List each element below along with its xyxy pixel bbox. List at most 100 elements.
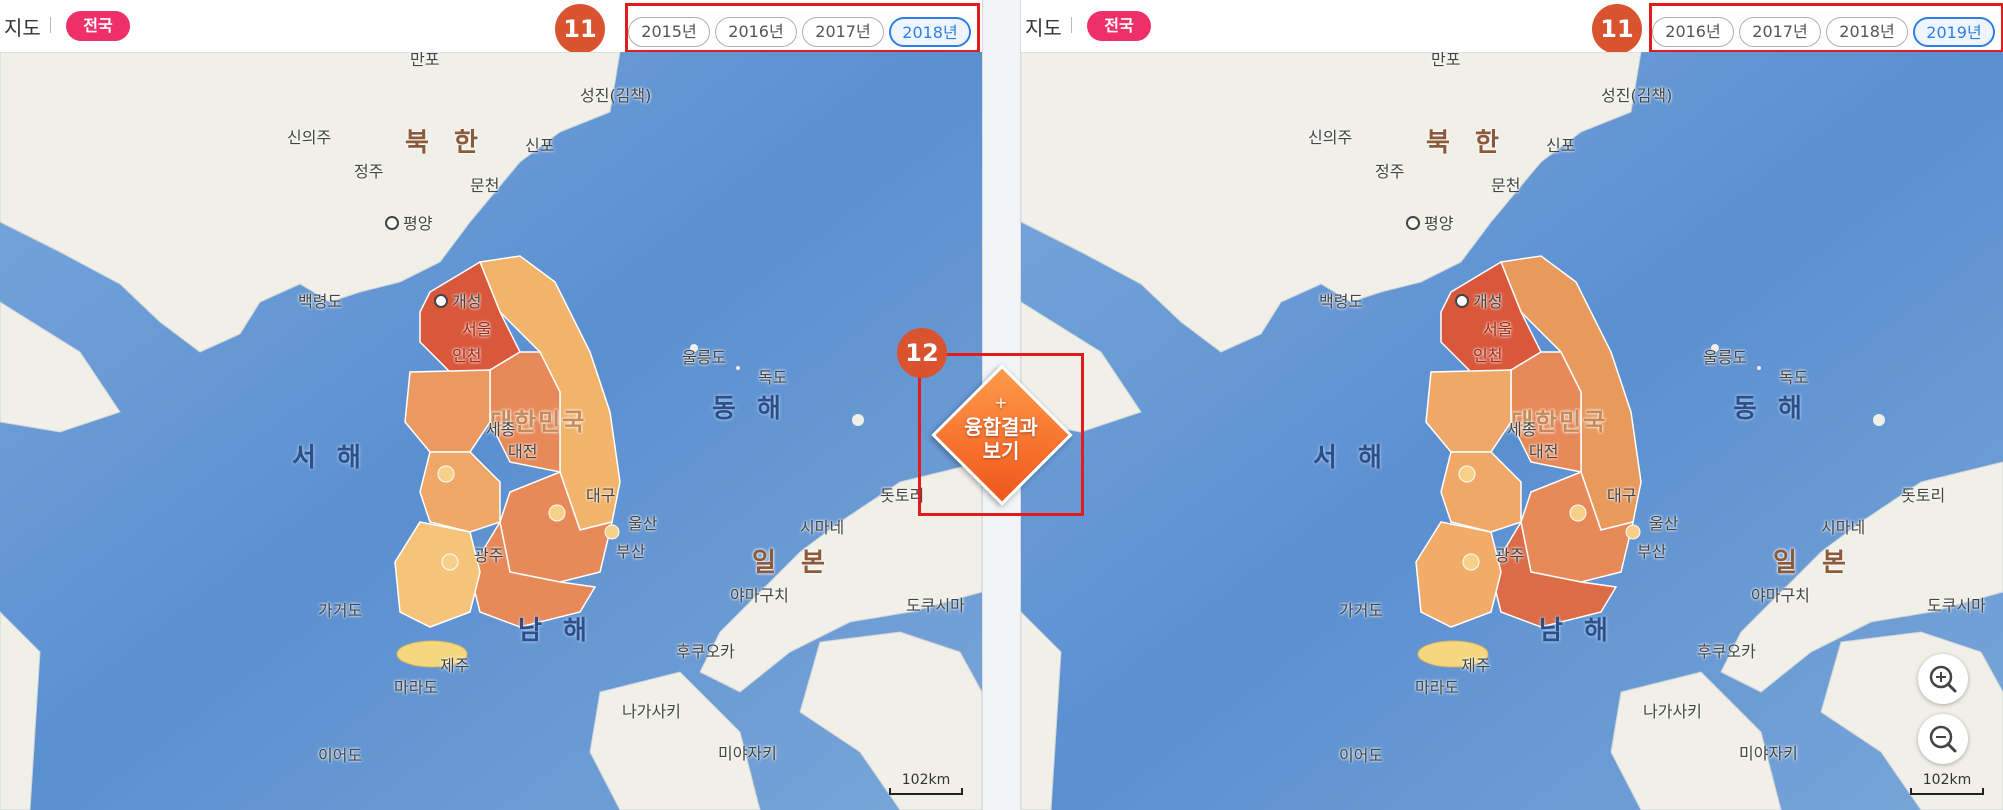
label-gwangju: 광주 <box>1495 546 1525 565</box>
year-button[interactable]: 2016년 <box>715 17 797 47</box>
map-canvas[interactable]: 북 한 대한민국 일 본 동 해 서 해 남 해 만포 성진(김책) 신의주 정… <box>1021 52 2003 810</box>
fusion-result-button[interactable]: + 융합결과 보기 <box>921 391 1081 463</box>
map-toolbar: 지도 전국 11 2016년 2017년 2018년 2019년 <box>1021 0 2003 54</box>
label-busan: 부산 <box>616 542 646 561</box>
label-shimane: 시마네 <box>800 518 845 537</box>
fusion-highlight: + 융합결과 보기 <box>918 353 1084 516</box>
label-sinuiju: 신의주 <box>287 128 332 147</box>
region-chip[interactable]: 전국 <box>1087 11 1151 41</box>
label-daegu: 대구 <box>586 486 616 505</box>
label-yamaguchi: 야마구치 <box>730 586 789 605</box>
year-button[interactable]: 2017년 <box>802 17 884 47</box>
map-canvas[interactable]: 북 한 대한민국 일 본 동 해 서 해 남 해 만포 성진(김책) 신의주 정… <box>0 52 982 810</box>
label-fukuoka: 후쿠오카 <box>676 642 735 661</box>
city-marker-icon <box>1455 294 1469 308</box>
scale-line <box>889 788 963 795</box>
label-marado: 마라도 <box>1415 678 1460 697</box>
map-label: 지도 <box>1025 16 1062 40</box>
label-dottori: 돗토리 <box>1901 486 1946 505</box>
label-miyazaki: 미야자키 <box>1739 744 1798 763</box>
step-badge: 11 <box>555 4 605 54</box>
label-manpo: 만포 <box>410 52 440 69</box>
label-ieodo: 이어도 <box>318 746 363 765</box>
label-text: 개성 <box>1473 292 1503 311</box>
scale-bar: 102km <box>889 772 963 795</box>
scale-label: 102km <box>901 772 951 788</box>
label-west-sea: 서 해 <box>292 443 367 473</box>
map-panel-left: 지도 전국 11 2015년 2016년 2017년 2018년 북 한 대한민… <box>0 0 982 810</box>
label-text: 평양 <box>403 214 433 233</box>
label-yamaguchi: 야마구치 <box>1751 586 1810 605</box>
label-geogeodo: 가거도 <box>1339 601 1384 620</box>
label-jeju: 제주 <box>1461 656 1491 675</box>
year-button[interactable]: 2017년 <box>1739 17 1821 47</box>
label-ulsan: 울산 <box>628 514 658 533</box>
label-shimane: 시마네 <box>1821 518 1866 537</box>
label-tokushima: 도쿠시마 <box>906 596 965 615</box>
label-marado: 마라도 <box>394 678 439 697</box>
label-incheon: 인천 <box>452 346 482 365</box>
step-badge: 11 <box>1592 4 1642 54</box>
label-dokdo: 독도 <box>1779 368 1809 387</box>
year-button[interactable]: 2015년 <box>628 17 710 47</box>
label-gaeseong: 개성 <box>434 288 481 312</box>
map-toolbar: 지도 전국 11 2015년 2016년 2017년 2018년 <box>0 0 982 54</box>
label-japan: 일 본 <box>1773 548 1854 578</box>
label-jeju: 제주 <box>440 656 470 675</box>
separator <box>1071 17 1072 33</box>
label-munchon: 문천 <box>470 176 500 195</box>
label-gwangju: 광주 <box>474 546 504 565</box>
label-north-korea: 북 한 <box>1426 128 1507 158</box>
scale-bar: 102km <box>1910 772 1984 795</box>
zoom-in-button[interactable] <box>1918 654 1968 704</box>
plus-icon: + <box>994 393 1008 412</box>
label-east-sea: 동 해 <box>1733 394 1808 424</box>
label-daejeon: 대전 <box>508 442 538 461</box>
label-daejeon: 대전 <box>1529 442 1559 461</box>
year-button[interactable]: 2018년 <box>1826 17 1908 47</box>
map-panel-right: 지도 전국 11 2016년 2017년 2018년 2019년 북 한 대한민… <box>1021 0 2003 810</box>
label-seongjin: 성진(김책) <box>580 86 652 105</box>
label-text: 개성 <box>452 292 482 311</box>
scale-line <box>1910 788 1984 795</box>
label-japan: 일 본 <box>752 548 833 578</box>
label-dokdo: 독도 <box>758 368 788 387</box>
label-seoul: 서울 <box>1483 320 1513 339</box>
label-gaeseong: 개성 <box>1455 288 1502 312</box>
label-pyongyang: 평양 <box>1406 210 1453 234</box>
scale-label: 102km <box>1922 772 1972 788</box>
label-north-korea: 북 한 <box>405 128 486 158</box>
label-sinuiju: 신의주 <box>1308 128 1353 147</box>
map-label: 지도 <box>4 16 41 40</box>
label-incheon: 인천 <box>1473 346 1503 365</box>
fusion-label-line2: 보기 <box>982 439 1020 463</box>
label-nagasaki: 나가사키 <box>1643 702 1702 721</box>
city-marker-icon <box>434 294 448 308</box>
label-west-sea: 서 해 <box>1313 443 1388 473</box>
label-text: 평양 <box>1424 214 1454 233</box>
year-button-active[interactable]: 2018년 <box>889 17 971 47</box>
label-south-sea: 남 해 <box>518 616 593 646</box>
zoom-out-icon <box>1929 725 1957 753</box>
year-selector-highlight: 2016년 2017년 2018년 2019년 <box>1649 3 2003 53</box>
separator <box>50 17 51 33</box>
step-badge: 12 <box>897 328 947 378</box>
label-sinpo: 신포 <box>1546 136 1576 155</box>
label-sejong: 세종 <box>486 420 516 439</box>
label-tokushima: 도쿠시마 <box>1927 596 1986 615</box>
label-daegu: 대구 <box>1607 486 1637 505</box>
label-busan: 부산 <box>1637 542 1667 561</box>
label-pyongyang: 평양 <box>385 210 432 234</box>
year-button-active[interactable]: 2019년 <box>1913 17 1995 47</box>
label-fukuoka: 후쿠오카 <box>1697 642 1756 661</box>
zoom-in-icon <box>1929 665 1957 693</box>
capital-marker-icon <box>385 216 399 230</box>
label-munchon: 문천 <box>1491 176 1521 195</box>
region-chip[interactable]: 전국 <box>66 11 130 41</box>
label-ulleungdo: 울릉도 <box>1703 348 1748 367</box>
zoom-out-button[interactable] <box>1918 714 1968 764</box>
year-button[interactable]: 2016년 <box>1652 17 1734 47</box>
label-east-sea: 동 해 <box>712 394 787 424</box>
label-ulleungdo: 울릉도 <box>682 348 727 367</box>
label-sejong: 세종 <box>1507 420 1537 439</box>
